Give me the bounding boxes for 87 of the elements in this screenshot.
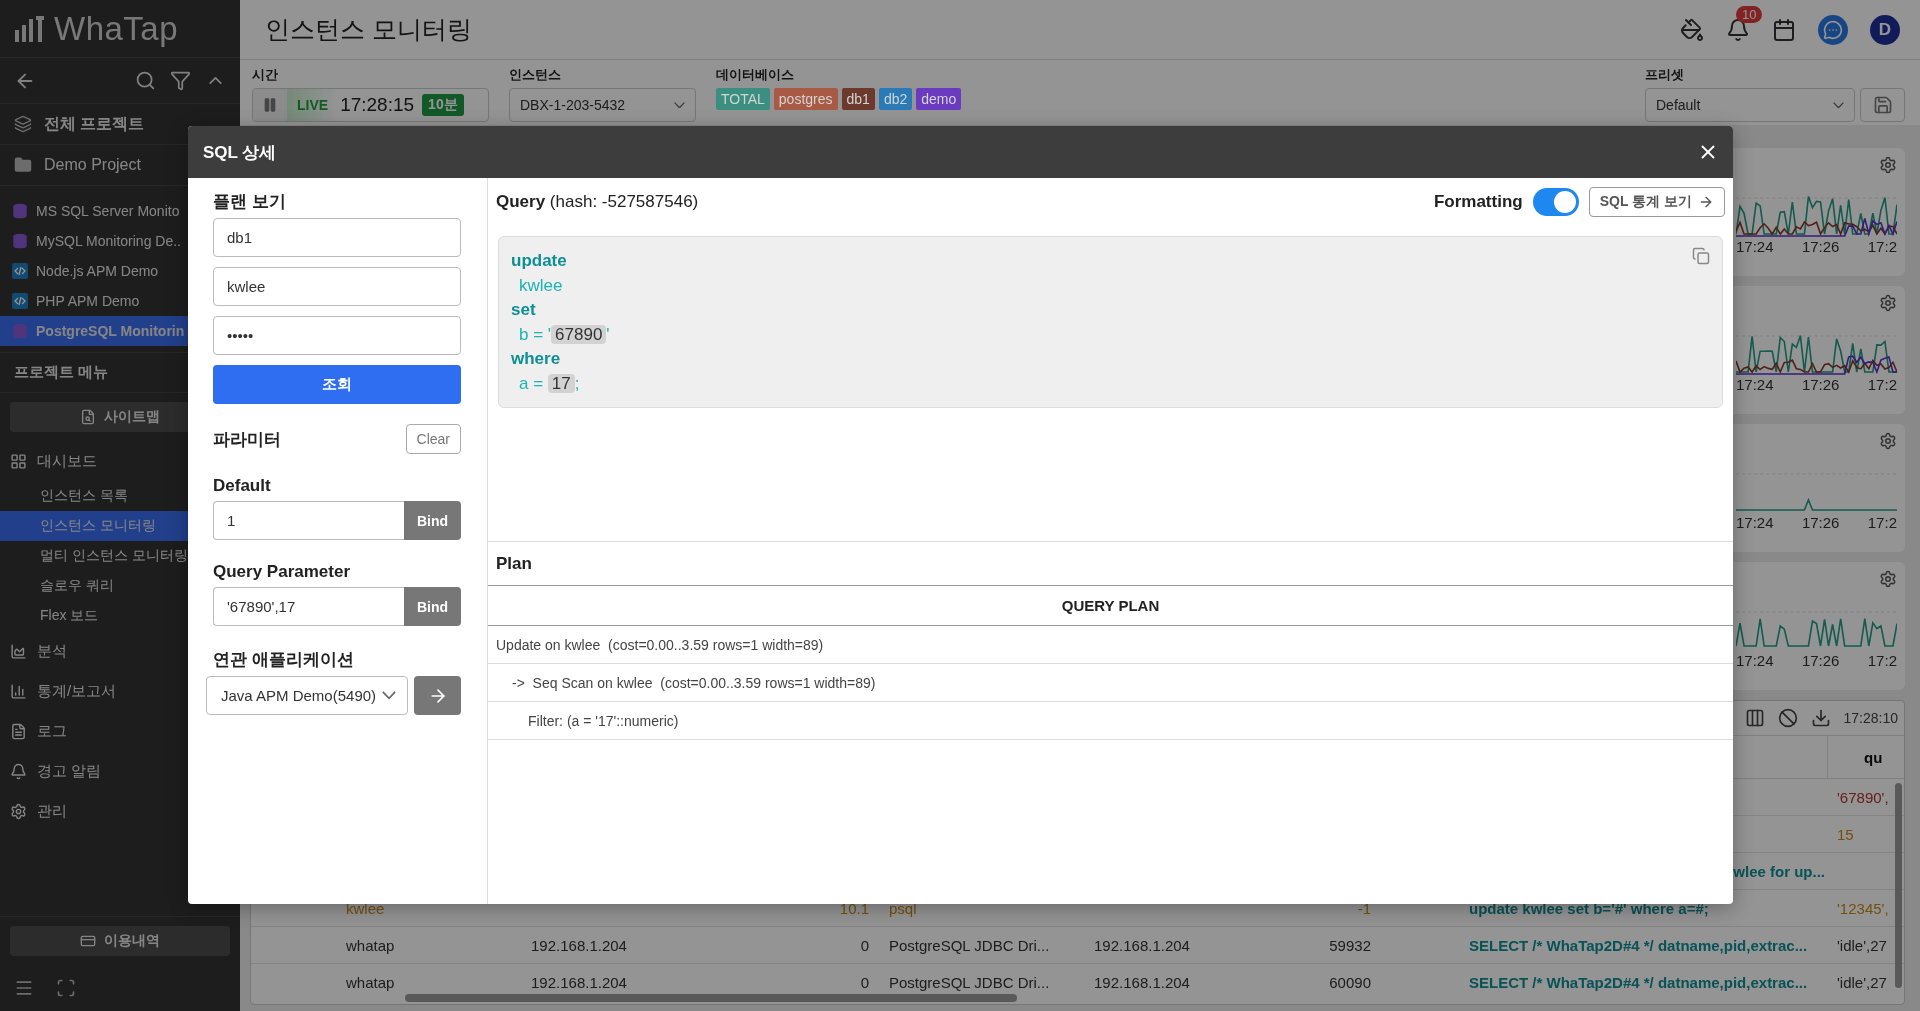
table-cell-text: whatap xyxy=(345,936,396,954)
notification-badge: 10 xyxy=(1736,5,1763,23)
column-header[interactable]: qu xyxy=(1827,736,1904,778)
logo-text: WhaTap xyxy=(54,9,179,48)
time-range-tag[interactable]: 10분 xyxy=(422,94,464,116)
table-cell-text: 60090 xyxy=(1328,973,1372,991)
axis-tick-label: 17:24 xyxy=(1736,514,1774,531)
table-cell-text: 192.168.1.204 xyxy=(1093,936,1191,954)
input-field[interactable]: db1 xyxy=(213,218,461,257)
sql-line: b = ' 67890 ' xyxy=(518,323,610,346)
sql-keyword: where xyxy=(511,348,561,370)
database-tag[interactable]: postgres xyxy=(773,88,838,110)
axis-tick-label: 17:2 xyxy=(1867,652,1897,669)
preset-select[interactable]: Default xyxy=(1645,88,1855,122)
table-cell-text: 0 xyxy=(859,973,870,991)
filter-label: 인스턴스 xyxy=(509,66,562,84)
table-cell-text: 15 xyxy=(1836,825,1855,843)
plan-row: Update on kwlee (cost=0.00..3.59 rows=1 width=89) xyxy=(488,626,1733,664)
table-cell-text: 192.168.1.204 xyxy=(530,973,628,991)
axis-tick-label: 17:24 xyxy=(1736,376,1774,393)
axis-tick-label: 17:2 xyxy=(1867,238,1897,255)
input-field[interactable]: ••••• xyxy=(213,316,461,355)
bind-button[interactable]: Bind xyxy=(404,587,461,626)
table-cell-text: wlee for up... xyxy=(1732,862,1826,880)
sql-line: kwlee xyxy=(518,274,563,297)
user-avatar[interactable]: D xyxy=(1870,14,1900,45)
formatting-label: Formatting xyxy=(1433,192,1523,212)
application-select[interactable]: Java APM Demo(5490) xyxy=(206,676,409,715)
updated-time: 17:28:10 xyxy=(1843,710,1898,726)
menu-item[interactable]: 경고 알림 xyxy=(0,751,240,791)
instance-select[interactable]: DBX-1-203-5432 xyxy=(509,88,696,122)
section-title: Plan xyxy=(488,541,1733,586)
bind-button[interactable]: Bind xyxy=(404,501,461,540)
axis-tick-label: 17:2 xyxy=(1867,514,1897,531)
axis-tick-label: 17:24 xyxy=(1736,238,1774,255)
table-cell-text: PostgreSQL JDBC Dri... xyxy=(888,973,1051,991)
axis-tick-label: 17:2 xyxy=(1867,376,1897,393)
table-cell-text: SELECT /* WhaTap2D#4 */ datname,pid,extrac... xyxy=(1468,973,1809,991)
table-cell-text: -1 xyxy=(1356,899,1372,917)
sql-line: a = 17 ; xyxy=(518,372,580,395)
plan-row: Filter: (a = '17'::numeric) xyxy=(488,702,1733,740)
clear-button[interactable]: Clear xyxy=(405,424,461,454)
input-field[interactable]: kwlee xyxy=(213,267,461,306)
table-cell-text: 192.168.1.204 xyxy=(1093,973,1191,991)
column-header: QUERY PLAN xyxy=(488,586,1733,626)
table-cell-text: kwlee xyxy=(345,899,386,917)
sql-stats-button[interactable]: SQL 통계 보기 xyxy=(1588,187,1725,217)
database-tag[interactable]: demo xyxy=(916,88,962,110)
table-cell-text: 'idle',27 xyxy=(1836,973,1888,991)
table-cell-text: '67890', xyxy=(1836,788,1890,806)
field-label: Query Parameter xyxy=(213,562,352,582)
database-tag[interactable]: db1 xyxy=(841,88,875,110)
database-tag[interactable]: TOTAL xyxy=(716,88,770,110)
query-button[interactable]: 조회 xyxy=(213,365,461,404)
section-title: 플랜 보기 xyxy=(213,191,287,213)
filter-label: 프리셋 xyxy=(1645,66,1685,84)
database-tag[interactable]: db2 xyxy=(878,88,913,110)
input-field[interactable]: '67890',17 xyxy=(213,587,404,626)
table-cell-text: psql xyxy=(888,899,918,917)
filter-label: 시간 xyxy=(252,66,279,84)
field-label: 연관 애플리케이션 xyxy=(213,649,355,671)
table-cell-text: update kwlee set b='#' where a=#; xyxy=(1468,899,1710,917)
axis-tick-label: 17:26 xyxy=(1801,238,1840,255)
query-heading: Query (hash: -527587546) xyxy=(496,192,699,212)
table-cell-text: SELECT /* WhaTap2D#4 */ datname,pid,extrac... xyxy=(1468,936,1809,954)
input-field[interactable]: 1 xyxy=(213,501,404,540)
sql-keyword: update xyxy=(511,250,567,272)
plan-row: -> Seq Scan on kwlee (cost=0.00..3.59 rows=1 width=89) xyxy=(488,664,1733,702)
table-cell-text: 'idle',27 xyxy=(1836,936,1888,954)
table-cell-text: 10.1 xyxy=(838,899,870,917)
page-title: 인스턴스 모니터링 xyxy=(265,14,472,45)
table-cell-text: 192.168.1.204 xyxy=(530,936,628,954)
table-cell-text: whatap xyxy=(345,973,396,991)
table-cell-text: 0 xyxy=(859,936,870,954)
axis-tick-label: 17:26 xyxy=(1801,652,1840,669)
axis-tick-label: 17:24 xyxy=(1736,652,1774,669)
sql-keyword: set xyxy=(511,299,536,321)
clock-text: 17:28:15 xyxy=(339,94,416,116)
usage-button[interactable]: 이용내역 xyxy=(10,926,230,956)
menu-item[interactable]: 관리 xyxy=(0,791,240,831)
filter-label: 데이터베이스 xyxy=(716,66,795,84)
table-cell-text: 59932 xyxy=(1328,936,1372,954)
table-cell-text: '12345', xyxy=(1836,899,1890,917)
field-label: Default xyxy=(213,476,272,496)
axis-tick-label: 17:26 xyxy=(1801,514,1840,531)
table-cell-text: PostgreSQL JDBC Dri... xyxy=(888,936,1051,954)
axis-tick-label: 17:26 xyxy=(1801,376,1840,393)
